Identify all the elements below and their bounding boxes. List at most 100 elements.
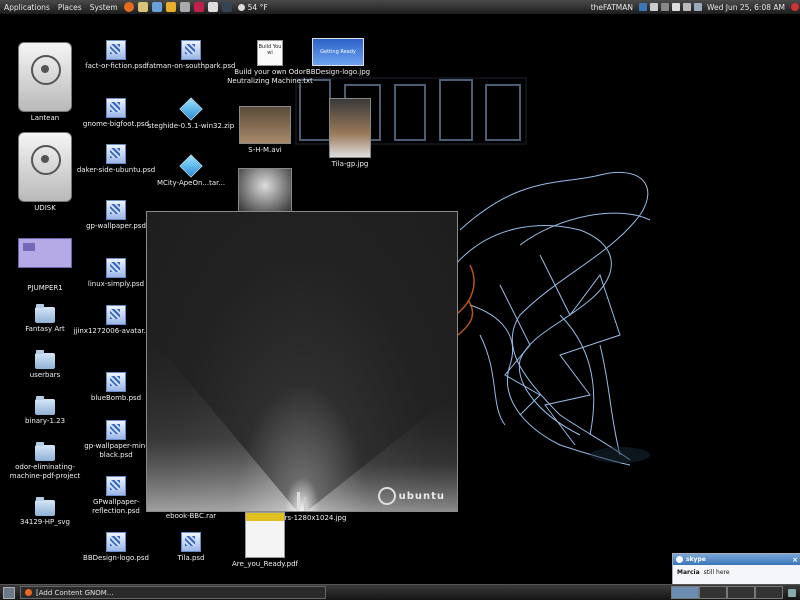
file-tila-gp-jpg[interactable]: Tila-gp.jpg (305, 98, 395, 169)
archive-icon (179, 154, 203, 178)
icon-label: UDISK (34, 204, 56, 212)
clock[interactable]: Wed Jun 25, 6:08 AM (703, 3, 789, 12)
image-thumbnail-icon: Getting Ready (312, 38, 364, 66)
psd-file-icon (181, 532, 201, 552)
workspace-2[interactable] (698, 586, 727, 599)
psd-file-icon (181, 40, 201, 60)
harddrive-icon (18, 132, 72, 202)
light-beam-graphic (147, 332, 457, 511)
media-launcher-icon[interactable] (193, 2, 204, 12)
logo-thumb-text: Getting Ready (320, 49, 356, 55)
icon-label: S-H-M.avi (248, 146, 282, 154)
icon-label: linux-simply.psd (87, 280, 145, 288)
power-icon[interactable] (790, 3, 799, 11)
icon-label: PJUMPER1 (27, 284, 63, 292)
skype-tray-icon[interactable] (638, 3, 647, 11)
splash-window[interactable]: ubuntu (146, 211, 458, 512)
skype-notification[interactable]: skype × Marcia still here (672, 553, 800, 585)
doc-thumb-text: Build You wi (258, 44, 282, 56)
firefox-icon (25, 589, 32, 596)
trash-icon[interactable] (788, 588, 796, 597)
icon-label: userbars (29, 371, 61, 379)
workspace-switcher[interactable] (670, 586, 783, 599)
icon-label: ebook-BBC.rar (165, 512, 217, 520)
close-button[interactable]: × (792, 556, 798, 564)
skype-sender: Marcia (677, 569, 700, 576)
mail-tray-icon[interactable] (693, 3, 702, 11)
folder-icon (35, 304, 55, 323)
home-launcher-icon[interactable] (179, 2, 190, 12)
workspace-4[interactable] (754, 586, 783, 599)
image-thumbnail-icon[interactable] (238, 168, 292, 212)
file-shm-avi[interactable]: S-H-M.avi (220, 106, 310, 155)
icon-label: BBDesign-logo.psd (83, 554, 149, 562)
file-are-you-ready-pdf[interactable]: Are_you_Ready.pdf (220, 512, 310, 569)
icon-label: binary-1.23 (24, 417, 66, 425)
icon-label: Tila.psd (177, 554, 205, 562)
folder-icon (35, 497, 55, 516)
psd-file-icon (106, 40, 126, 60)
ubuntu-logo: ubuntu (377, 487, 445, 505)
psd-file-icon (106, 476, 126, 496)
taskbar-window-button[interactable]: [Add Content GNOM... (20, 586, 326, 599)
mail-launcher-icon[interactable] (137, 2, 148, 12)
firefox-launcher-icon[interactable] (123, 2, 134, 12)
icon-label: MCity-ApeOn...tar... (156, 179, 226, 187)
panel-right-section: theFATMAN Wed Jun 25, 6:08 AM (587, 3, 800, 12)
icon-label: BBDesign-logo.jpg (305, 68, 371, 76)
volume-tray-icon[interactable] (682, 3, 691, 11)
file-mcity-archive[interactable]: MCity-ApeOn...tar... (146, 154, 236, 188)
memory-card-icon (18, 238, 72, 268)
psd-file-icon (106, 372, 126, 392)
skype-message-text: still here (703, 569, 730, 576)
image-thumbnail-icon (329, 98, 371, 158)
menu-applications[interactable]: Applications (0, 3, 54, 12)
screenshot-launcher-icon[interactable] (221, 2, 232, 12)
harddrive-icon (18, 42, 72, 112)
video-thumbnail-icon (239, 106, 291, 144)
user-switcher[interactable]: theFATMAN (587, 3, 637, 12)
skype-title: skype (686, 556, 706, 563)
pdf-file-icon (245, 512, 285, 558)
search-launcher-icon[interactable] (207, 2, 218, 12)
clipboard-tray-icon[interactable] (671, 3, 680, 11)
skype-message: Marcia still here (673, 565, 800, 580)
archive-icon (179, 97, 203, 121)
ubuntu-wordmark: ubuntu (398, 490, 445, 502)
psd-file-icon (106, 420, 126, 440)
menu-system[interactable]: System (86, 3, 122, 12)
icon-label: fatman-on-southpark.psd (146, 62, 236, 70)
file-bbdesign-logo-jpg[interactable]: Getting Ready BBDesign-logo.jpg (293, 38, 383, 77)
skype-icon (676, 556, 683, 563)
psd-file-icon (106, 305, 126, 325)
psd-file-icon (106, 532, 126, 552)
folder-icon (35, 442, 55, 461)
icon-label: 34129-HP_svg (19, 518, 70, 526)
network-tray-icon[interactable] (660, 3, 669, 11)
menu-places[interactable]: Places (54, 3, 86, 12)
text-document-icon: Build You wi (257, 40, 283, 66)
ubuntu-circle-icon (377, 487, 396, 505)
top-panel: Applications Places System 54 °F theFATM… (0, 0, 800, 15)
icon-label: fact-or-fiction.psd (85, 62, 147, 70)
icon-label: gp-wallpaper.psd (86, 222, 146, 230)
workspace-3[interactable] (726, 586, 755, 599)
file-fatman-on-southpark[interactable]: fatman-on-southpark.psd (146, 40, 236, 71)
psd-file-icon (106, 258, 126, 278)
psd-file-icon (106, 98, 126, 118)
icon-label: Fantasy Art (25, 325, 65, 333)
folder-icon (35, 396, 55, 415)
update-tray-icon[interactable] (649, 3, 658, 11)
show-desktop-button[interactable] (3, 586, 15, 599)
workspace-1[interactable] (670, 586, 699, 599)
help-launcher-icon[interactable] (151, 2, 162, 12)
weather-applet[interactable]: 54 °F (237, 3, 268, 12)
icon-label: Are_you_Ready.pdf (232, 560, 298, 568)
bottom-panel: [Add Content GNOM... (0, 584, 800, 600)
skype-notification-header: skype × (673, 554, 800, 565)
icon-label: daker-side-ubuntu.psd (76, 166, 156, 174)
weather-sun-icon (237, 3, 245, 11)
notes-launcher-icon[interactable] (165, 2, 176, 12)
psd-file-icon (106, 144, 126, 164)
folder-icon (35, 350, 55, 369)
